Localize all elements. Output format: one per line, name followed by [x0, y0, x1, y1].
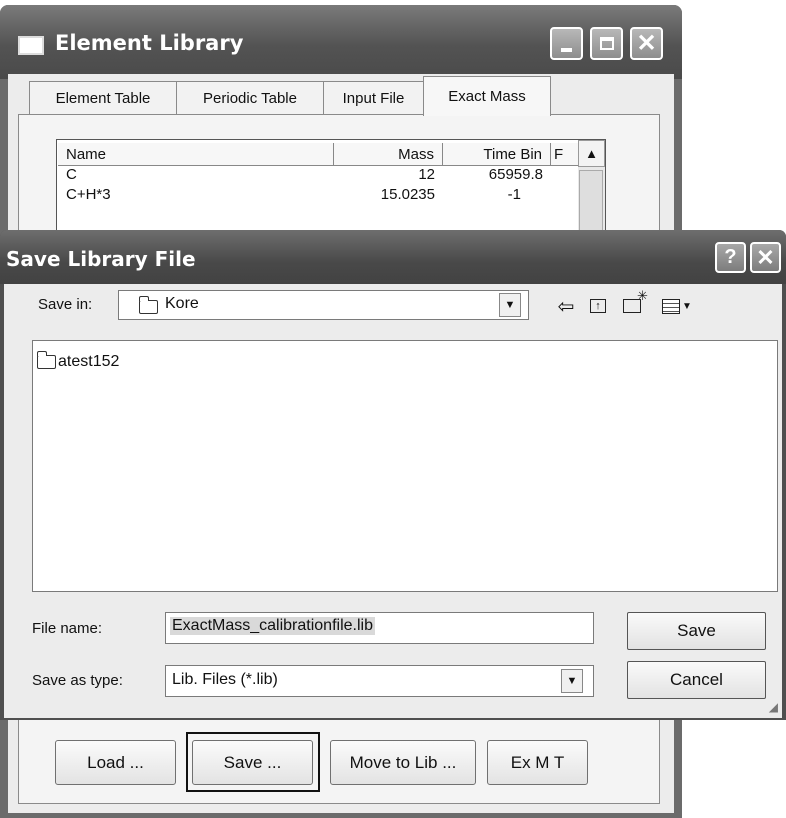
resize-grip-icon[interactable]: ◢	[769, 700, 778, 714]
view-menu-icon[interactable]: ▼	[657, 292, 697, 320]
save-in-combo[interactable]: Kore ▼	[118, 290, 529, 320]
row-mass: 15.0235	[380, 186, 435, 203]
row-time-bin: 65959.8	[488, 166, 543, 183]
file-name: atest152	[58, 353, 120, 370]
column-header-name[interactable]: Name	[58, 143, 334, 166]
folder-icon	[139, 296, 158, 314]
close-icon: ✕	[756, 244, 775, 270]
cancel-button[interactable]: Cancel	[627, 661, 766, 699]
load-button[interactable]: Load ...	[55, 740, 176, 785]
chevron-down-icon[interactable]: ▼	[561, 669, 583, 693]
chevron-down-icon[interactable]: ▼	[499, 293, 521, 317]
maximize-icon	[599, 37, 614, 50]
maximize-button[interactable]	[590, 27, 623, 60]
minimize-button[interactable]	[550, 27, 583, 60]
row-time-bin: -1	[507, 186, 521, 203]
move-to-lib-button[interactable]: Move to Lib ...	[330, 740, 476, 785]
tab-exact-mass[interactable]: Exact Mass	[423, 76, 551, 116]
tab-element-table[interactable]: Element Table	[29, 81, 177, 114]
tab-input-file[interactable]: Input File	[323, 81, 424, 114]
minimize-icon	[561, 47, 572, 52]
window-title: Element Library	[55, 31, 244, 55]
row-mass: 12	[418, 166, 435, 183]
save-in-label: Save in:	[38, 296, 93, 313]
window-icon	[18, 36, 44, 55]
back-icon[interactable]: ⇦	[552, 292, 580, 320]
save-as-type-value: Lib. Files (*.lib)	[172, 671, 278, 688]
up-folder-icon[interactable]: ↑	[584, 292, 612, 320]
row-name: C	[66, 166, 77, 183]
new-folder-icon[interactable]: ✳	[618, 288, 648, 320]
help-button[interactable]: ?	[715, 242, 746, 273]
title-bar: Element Library ✕	[0, 5, 682, 79]
file-name-value: ExactMass_calibrationfile.lib	[170, 617, 375, 635]
list-item[interactable]: atest152	[37, 351, 120, 371]
close-button[interactable]: ✕	[630, 27, 663, 60]
ex-m-t-button[interactable]: Ex M T	[487, 740, 588, 785]
column-header-f[interactable]: F	[551, 143, 578, 166]
column-header-mass[interactable]: Mass	[334, 143, 443, 166]
dialog-close-button[interactable]: ✕	[750, 242, 781, 273]
dialog-title: Save Library File	[6, 247, 196, 271]
tab-periodic-table[interactable]: Periodic Table	[176, 81, 324, 114]
file-name-label: File name:	[32, 620, 103, 637]
scroll-up-button[interactable]: ▲	[578, 140, 605, 167]
save-in-value: Kore	[165, 295, 199, 312]
dialog-save-button[interactable]: Save	[627, 612, 766, 650]
save-button[interactable]: Save ...	[192, 740, 313, 785]
save-as-type-label: Save as type:	[32, 672, 123, 689]
dialog-title-bar: Save Library File ? ✕	[0, 230, 786, 284]
help-icon: ?	[724, 246, 737, 268]
chevron-up-icon: ▲	[585, 146, 598, 161]
close-icon: ✕	[636, 30, 657, 57]
file-name-field[interactable]: ExactMass_calibrationfile.lib	[165, 612, 594, 644]
folder-icon	[37, 351, 56, 369]
column-header-time-bin[interactable]: Time Bin	[443, 143, 551, 166]
save-as-type-select[interactable]: Lib. Files (*.lib) ▼	[165, 665, 594, 697]
file-list[interactable]: atest152	[32, 340, 778, 592]
row-name: C+H*3	[66, 186, 111, 203]
